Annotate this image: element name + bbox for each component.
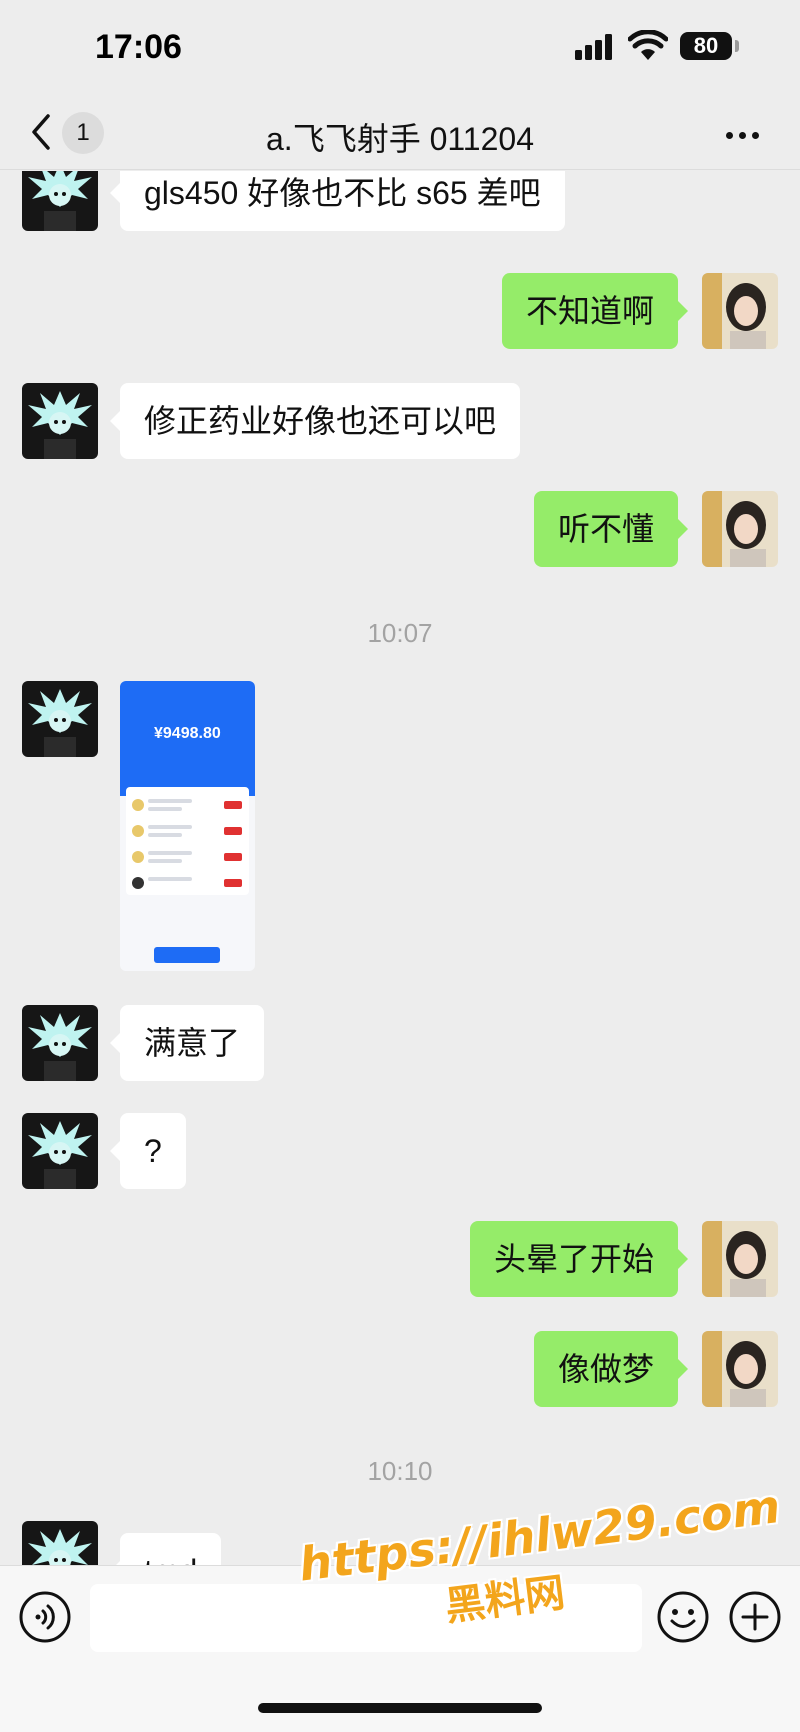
image-button [154,947,220,963]
wifi-icon [628,30,668,60]
message-bubble[interactable]: 头晕了开始 [469,1221,689,1297]
self-avatar[interactable] [702,273,778,349]
contact-avatar[interactable] [22,1113,98,1189]
status-time: 17:06 [95,28,182,66]
contact-avatar[interactable] [22,171,98,231]
status-bar: 17:06 80 [0,0,800,96]
ellipsis-icon[interactable] [726,126,766,139]
contact-avatar[interactable] [22,383,98,459]
battery-cap [735,40,739,52]
battery-icon: 80 [680,32,732,60]
signal-icon [575,34,612,60]
timestamp-separator: 10:10 [367,1456,433,1486]
message-bubble[interactable]: 听不懂 [533,491,689,567]
voice-icon[interactable] [18,1590,72,1644]
image-card [126,787,249,895]
self-avatar[interactable] [702,1221,778,1297]
message-bubble[interactable]: 修正药业好像也还可以吧 [109,383,521,459]
message-bubble[interactable]: tmd [109,1533,222,1565]
image-amount: ¥9498.80 [154,725,221,742]
message-bubble[interactable]: gls450 好像也不比 s65 差吧 [110,171,565,231]
self-avatar[interactable] [702,1331,778,1407]
message-bubble[interactable]: 满意了 [109,1005,265,1081]
message-bubble[interactable]: ? [110,1113,186,1189]
image-message[interactable]: ¥9498.80 [120,681,255,971]
chat-header: 1 a.飞飞射手 011204 [0,96,800,170]
self-avatar[interactable] [702,491,778,567]
message-list[interactable]: gls450 好像也不比 s65 差吧 不知道啊 修正药业好像也还可以吧 听不懂 [0,171,800,1565]
home-indicator [258,1703,542,1713]
message-bubble[interactable]: 像做梦 [533,1331,689,1407]
timestamp-separator: 10:07 [367,618,433,648]
contact-avatar[interactable] [22,1521,98,1565]
message-bubble[interactable]: 不知道啊 [501,273,689,349]
contact-avatar[interactable] [22,1005,98,1081]
chat-title: a.飞飞射手 011204 [266,121,534,157]
contact-avatar[interactable] [22,681,98,757]
